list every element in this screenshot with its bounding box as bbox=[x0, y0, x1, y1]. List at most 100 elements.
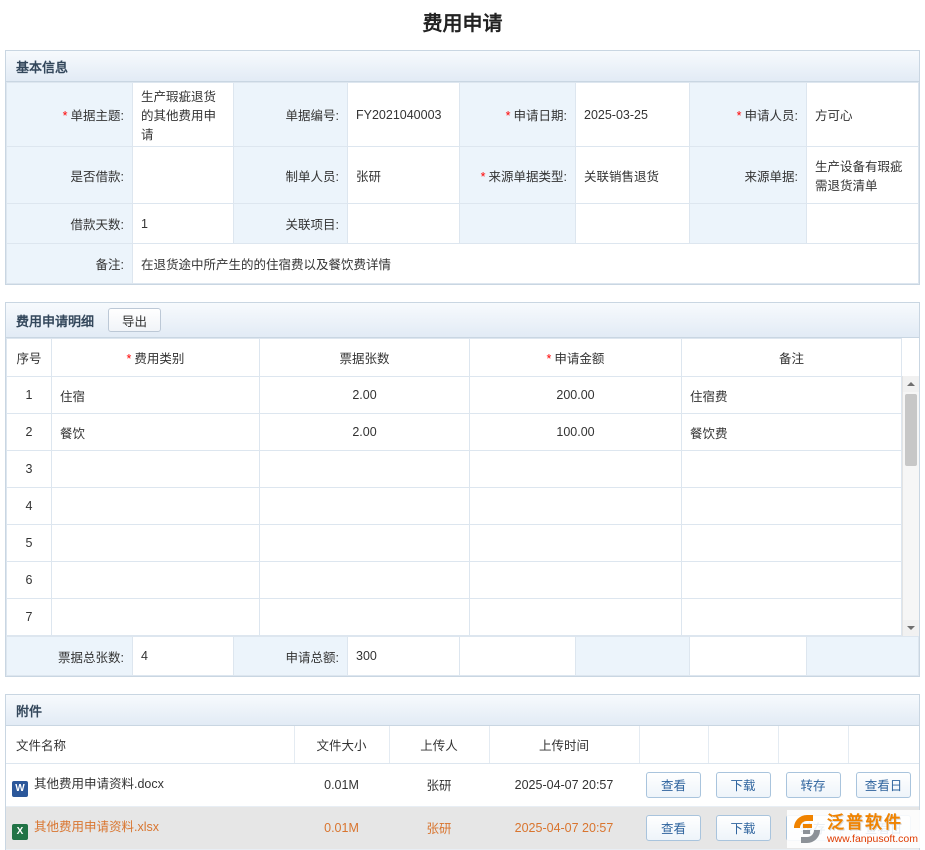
attachment-upload-time: 2025-04-07 20:57 bbox=[489, 763, 639, 806]
cell-amount bbox=[470, 451, 682, 488]
cell-amount bbox=[470, 488, 682, 525]
attachment-file-size: 0.01M bbox=[294, 806, 389, 849]
cell-category bbox=[52, 562, 260, 599]
cell-category: 住宿 bbox=[52, 377, 260, 414]
detail-row: 6 bbox=[7, 562, 902, 599]
detail-table: 序号 *费用类别 票据张数 *申请金额 备注 1 住宿 2.00 200.00 … bbox=[6, 338, 902, 636]
empty-value-cell bbox=[807, 204, 919, 244]
required-marker: * bbox=[127, 352, 132, 366]
cell-category bbox=[52, 525, 260, 562]
col-no: 序号 bbox=[7, 339, 52, 377]
cell-remark bbox=[682, 525, 902, 562]
required-marker: * bbox=[481, 170, 486, 184]
loan-days-value: 1 bbox=[133, 204, 234, 244]
cell-count bbox=[260, 488, 470, 525]
basic-info-table: *单据主题: 生产瑕疵退货的其他费用申请 单据编号: FY2021040003 … bbox=[6, 82, 919, 284]
source-doc-label: 来源单据: bbox=[690, 147, 807, 204]
detail-row: 7 bbox=[7, 599, 902, 636]
attachment-row[interactable]: W其他费用申请资料.docx 0.01M 张研 2025-04-07 20:57… bbox=[6, 763, 919, 806]
cell-category: 餐饮 bbox=[52, 414, 260, 451]
attachments-title: 附件 bbox=[16, 701, 42, 720]
cell-no: 3 bbox=[7, 451, 52, 488]
cell-remark bbox=[682, 599, 902, 636]
cell-category bbox=[52, 488, 260, 525]
col-upload-time: 上传时间 bbox=[489, 726, 639, 763]
export-button[interactable]: 导出 bbox=[108, 308, 161, 332]
scroll-up-icon[interactable] bbox=[903, 376, 919, 392]
scroll-down-icon[interactable] bbox=[903, 620, 919, 636]
col-category-text: 费用类别 bbox=[134, 352, 184, 366]
cell-remark bbox=[682, 562, 902, 599]
excel-file-icon: X bbox=[12, 824, 28, 840]
project-value bbox=[348, 204, 460, 244]
doc-no-label: 单据编号: bbox=[234, 83, 348, 147]
scrollbar-thumb[interactable] bbox=[905, 394, 917, 466]
expense-detail-header: 费用申请明细 导出 bbox=[6, 303, 919, 338]
project-label: 关联项目: bbox=[234, 204, 348, 244]
cell-count bbox=[260, 451, 470, 488]
empty-cell bbox=[460, 637, 576, 676]
cell-remark bbox=[682, 451, 902, 488]
cell-no: 6 bbox=[7, 562, 52, 599]
col-amount: *申请金额 bbox=[470, 339, 682, 377]
subject-label-text: 单据主题: bbox=[71, 109, 124, 123]
attachment-row-selected[interactable]: X其他费用申请资料.xlsx 0.01M 张研 2025-04-07 20:57… bbox=[6, 806, 919, 849]
cell-no: 7 bbox=[7, 599, 52, 636]
cell-count: 2.00 bbox=[260, 377, 470, 414]
transfer-save-button[interactable]: 转存 bbox=[786, 772, 841, 798]
applicant-label-text: 申请人员: bbox=[745, 109, 798, 123]
col-actions bbox=[708, 726, 778, 763]
col-file-name: 文件名称 bbox=[6, 726, 294, 763]
detail-row: 5 bbox=[7, 525, 902, 562]
basic-info-row-3: 借款天数: 1 关联项目: bbox=[7, 204, 919, 244]
col-amount-text: 申请金额 bbox=[554, 352, 604, 366]
view-button[interactable]: 查看 bbox=[646, 772, 701, 798]
empty-label-cell bbox=[690, 204, 807, 244]
page-title: 费用申请 bbox=[0, 10, 925, 38]
cell-amount: 100.00 bbox=[470, 414, 682, 451]
apply-date-label-text: 申请日期: bbox=[514, 109, 567, 123]
vertical-scrollbar[interactable] bbox=[902, 376, 919, 636]
cell-amount bbox=[470, 562, 682, 599]
cell-count bbox=[260, 562, 470, 599]
attachment-name-cell: W 其他费用申请资料.docx bbox=[6, 763, 294, 806]
cell-remark: 住宿费 bbox=[682, 377, 902, 414]
download-button[interactable]: 下载 bbox=[716, 772, 771, 798]
attachment-file-name: 其他费用申请资料.docx bbox=[34, 777, 164, 791]
basic-info-row-4: 备注: 在退货途中所产生的的住宿费以及餐饮费详情 bbox=[7, 244, 919, 284]
total-amount-label: 申请总额: bbox=[234, 637, 348, 676]
attachment-name-cell: X其他费用申请资料.xlsx bbox=[6, 806, 294, 849]
watermark-url: www.fanpusoft.com bbox=[827, 833, 918, 845]
basic-info-row-1: *单据主题: 生产瑕疵退货的其他费用申请 单据编号: FY2021040003 … bbox=[7, 83, 919, 147]
doc-no-value: FY2021040003 bbox=[348, 83, 460, 147]
detail-totals-row: 票据总张数: 4 申请总额: 300 bbox=[6, 636, 919, 676]
source-type-label-text: 来源单据类型: bbox=[489, 170, 567, 184]
attachments-header: 附件 bbox=[6, 695, 919, 726]
cell-no: 5 bbox=[7, 525, 52, 562]
col-actions bbox=[848, 726, 919, 763]
attachment-uploader: 张研 bbox=[389, 763, 489, 806]
source-type-label: *来源单据类型: bbox=[460, 147, 576, 204]
creator-label: 制单人员: bbox=[234, 147, 348, 204]
view-log-button[interactable]: 查看日 bbox=[856, 772, 911, 798]
word-file-icon: W bbox=[12, 781, 28, 797]
detail-row: 4 bbox=[7, 488, 902, 525]
cell-no: 2 bbox=[7, 414, 52, 451]
source-type-value: 关联销售退货 bbox=[576, 147, 690, 204]
empty-label-cell bbox=[460, 204, 576, 244]
cell-category bbox=[52, 599, 260, 636]
view-button[interactable]: 查看 bbox=[646, 815, 701, 841]
attachments-header-row: 文件名称 文件大小 上传人 上传时间 bbox=[6, 726, 919, 763]
fanpu-logo-icon bbox=[791, 813, 823, 845]
detail-row: 1 住宿 2.00 200.00 住宿费 bbox=[7, 377, 902, 414]
empty-value-cell bbox=[576, 204, 690, 244]
applicant-value: 方可心 bbox=[807, 83, 919, 147]
empty-cell bbox=[690, 637, 807, 676]
download-button[interactable]: 下载 bbox=[716, 815, 771, 841]
required-marker: * bbox=[547, 352, 552, 366]
source-doc-value: 生产设备有瑕疵需退货清单 bbox=[807, 147, 919, 204]
col-remark: 备注 bbox=[682, 339, 902, 377]
total-count-label: 票据总张数: bbox=[7, 637, 133, 676]
cell-remark bbox=[682, 488, 902, 525]
basic-info-row-2: 是否借款: 制单人员: 张研 *来源单据类型: 关联销售退货 来源单据: 生产设… bbox=[7, 147, 919, 204]
